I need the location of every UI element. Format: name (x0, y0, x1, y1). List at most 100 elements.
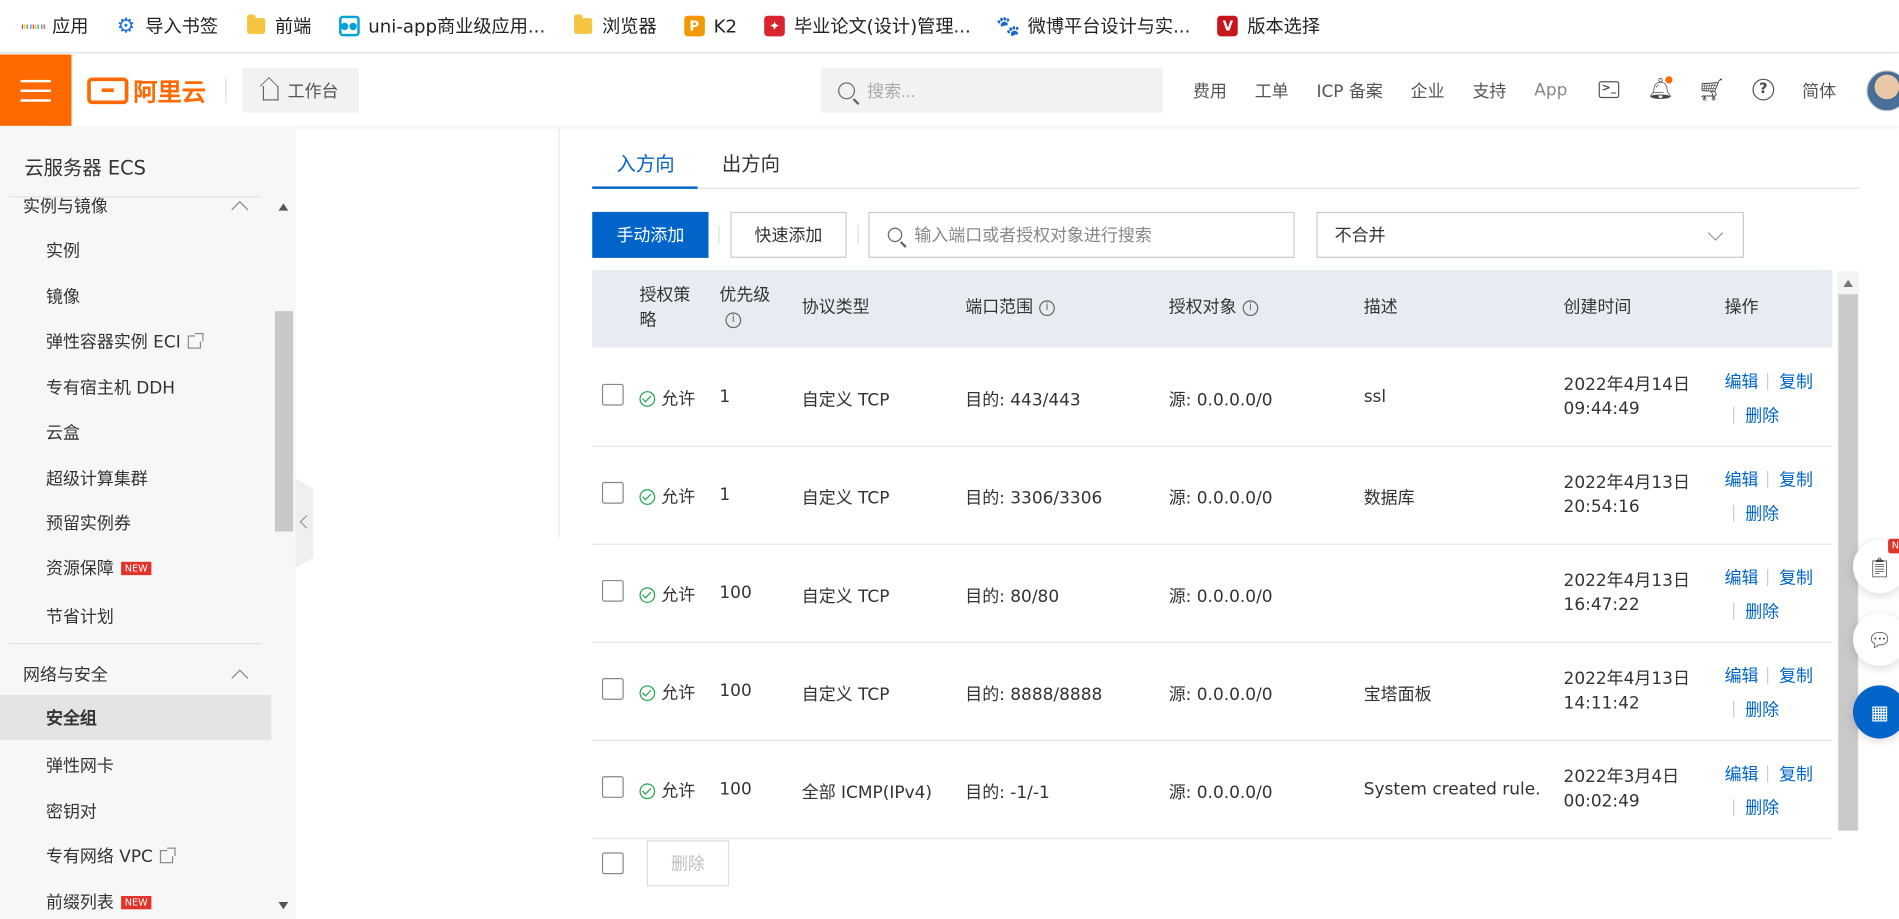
row-checkbox[interactable] (601, 383, 624, 406)
row-checkbox[interactable] (601, 579, 624, 602)
nav-support[interactable]: 支持 (1472, 78, 1506, 102)
priority-cell: 100 (719, 583, 752, 603)
bulk-delete-button: 删除 (646, 840, 730, 887)
scroll-up-arrow-icon[interactable] (278, 203, 289, 211)
description-cell: System created rule. (1363, 779, 1541, 800)
bookmark-frontend[interactable]: 前端 (245, 13, 311, 38)
row-checkbox[interactable] (601, 678, 624, 700)
bookmark-apps[interactable]: 应用 (21, 13, 89, 38)
sidebar-item-resource-guarantee[interactable]: 资源保障 NEW (46, 556, 152, 580)
priority-cell: 100 (719, 681, 752, 702)
delete-link[interactable]: 删除 (1745, 599, 1779, 623)
edit-link[interactable]: 编辑 (1725, 565, 1759, 589)
manual-add-button[interactable]: 手动添加 (592, 211, 709, 258)
nav-billing[interactable]: 费用 (1193, 78, 1227, 102)
copy-link[interactable]: 复制 (1779, 565, 1813, 589)
paw-icon: 🐾 (996, 14, 1021, 38)
copy-link[interactable]: 复制 (1779, 762, 1813, 786)
edit-link[interactable]: 编辑 (1725, 467, 1759, 491)
merge-select[interactable]: 不合并 (1316, 211, 1744, 258)
row-checkbox[interactable] (601, 481, 624, 504)
copy-link[interactable]: 复制 (1779, 664, 1813, 688)
bookmark-weibo[interactable]: 🐾 微博平台设计与实... (996, 13, 1190, 38)
delete-link[interactable]: 删除 (1745, 501, 1779, 525)
tab-inbound[interactable]: 入方向 (616, 148, 674, 177)
sidebar-collapse-button[interactable] (295, 478, 314, 568)
sidebar-item-image[interactable]: 镜像 (46, 285, 80, 309)
quick-add-button[interactable]: 快速添加 (730, 211, 847, 258)
sidebar-item-prefix-list[interactable]: 前缀列表 NEW (46, 890, 152, 914)
sidebar-item-instance[interactable]: 实例 (46, 239, 80, 263)
bookmark-browser[interactable]: 浏览器 (572, 13, 657, 38)
nav-icp[interactable]: ICP 备案 (1316, 78, 1382, 102)
edit-link[interactable]: 编辑 (1725, 664, 1759, 688)
terminal-icon[interactable]: >_ (1596, 77, 1620, 101)
sidebar-item-security-group[interactable]: 安全组 (0, 694, 272, 740)
global-search[interactable] (821, 67, 1163, 113)
protocol-cell: 自定义 TCP (801, 391, 890, 411)
sidebar-item-eci[interactable]: 弹性容器实例 ECI (46, 329, 204, 353)
copy-link[interactable]: 复制 (1779, 369, 1813, 393)
bell-icon[interactable]: 🔔︎ (1647, 76, 1673, 102)
cart-icon[interactable]: 🛒︎ (1697, 77, 1725, 102)
nav-ticket[interactable]: 工单 (1255, 78, 1289, 102)
chat-float-button[interactable]: 💬︎ (1852, 612, 1899, 666)
sidebar-item-cloudbox[interactable]: 云盒 (46, 420, 80, 444)
tab-outbound[interactable]: 出方向 (722, 148, 780, 177)
scroll-down-arrow-icon[interactable] (278, 902, 289, 910)
global-search-input[interactable] (867, 80, 1134, 100)
rule-search-input[interactable] (914, 225, 1278, 245)
description-cell: 宝塔面板 (1363, 685, 1432, 705)
sidebar-group-instances[interactable]: 实例与镜像 (23, 194, 108, 218)
table-header: 授权策略 优先级 i 协议类型 端口范围 i 授权对象 i 描述 创建时间 操作 (592, 270, 1833, 348)
sidebar-group-network[interactable]: 网络与安全 (23, 662, 108, 686)
info-icon[interactable]: i (725, 312, 742, 329)
check-circle-icon (639, 586, 656, 603)
chevron-up-icon[interactable] (231, 200, 249, 219)
nav-enterprise[interactable]: 企业 (1411, 78, 1445, 102)
source-cell: 源: 0.0.0.0/0 (1168, 783, 1273, 803)
info-icon[interactable]: i (1242, 300, 1259, 317)
delete-link[interactable]: 删除 (1745, 795, 1779, 819)
delete-link[interactable]: 删除 (1745, 697, 1779, 721)
bookmark-version[interactable]: V 版本选择 (1217, 13, 1320, 38)
copy-link[interactable]: 复制 (1779, 467, 1813, 491)
rule-search[interactable] (868, 211, 1295, 258)
col-source: 授权对象 i (1169, 295, 1259, 320)
grid-icon: ▦ (1870, 700, 1889, 724)
sidebar-item-scc[interactable]: 超级计算集群 (46, 466, 148, 490)
priority-cell: 100 (719, 779, 752, 800)
avatar[interactable] (1866, 70, 1899, 112)
sidebar-item-ddh[interactable]: 专有宿主机 DDH (46, 375, 175, 399)
workbench-button[interactable]: 工作台 (242, 67, 359, 113)
sidebar-item-keypair[interactable]: 密钥对 (46, 799, 97, 823)
created-cell: 2022年4月14日 09:44:49 (1563, 375, 1690, 419)
table-row: 允许 100 自定义 TCP 目的: 8888/8888 源: 0.0.0.0/0 宝塔面… (592, 643, 1833, 742)
scroll-up-arrow-icon[interactable] (1843, 279, 1853, 287)
delete-link[interactable]: 删除 (1745, 403, 1779, 427)
bookmark-thesis[interactable]: ✦ 毕业论文(设计)管理... (764, 13, 971, 38)
sidebar-item-savings-plan[interactable]: 节省计划 (46, 604, 114, 628)
info-icon[interactable]: i (1039, 300, 1055, 317)
menu-button[interactable] (0, 54, 72, 126)
row-checkbox[interactable] (601, 776, 624, 798)
nav-app[interactable]: App (1534, 81, 1567, 100)
apps-float-button[interactable]: ▦ (1852, 685, 1899, 739)
sidebar-item-ri[interactable]: 预留实例券 (46, 511, 131, 535)
bookmark-uniapp[interactable]: ●● uni-app商业级应用... (338, 13, 545, 38)
bookmark-k2[interactable]: P K2 (683, 15, 737, 37)
help-icon[interactable]: ? (1751, 77, 1775, 101)
edit-link[interactable]: 编辑 (1725, 369, 1759, 393)
sidebar-item-vpc[interactable]: 专有网络 VPC (46, 844, 176, 868)
select-all-checkbox[interactable] (601, 852, 624, 875)
folder-icon (245, 14, 267, 37)
search-icon (838, 81, 856, 99)
apps-grid-icon (21, 15, 44, 37)
edit-link[interactable]: 编辑 (1725, 762, 1759, 786)
sidebar-item-eni[interactable]: 弹性网卡 (46, 753, 114, 777)
language-switch[interactable]: 简体 (1802, 79, 1836, 103)
sidebar-scrollbar-thumb[interactable] (274, 311, 294, 532)
bookmark-import[interactable]: ⚙ 导入书签 (115, 13, 218, 38)
chevron-up-icon[interactable] (231, 669, 249, 687)
aliyun-logo[interactable]: 阿里云 (87, 73, 206, 108)
